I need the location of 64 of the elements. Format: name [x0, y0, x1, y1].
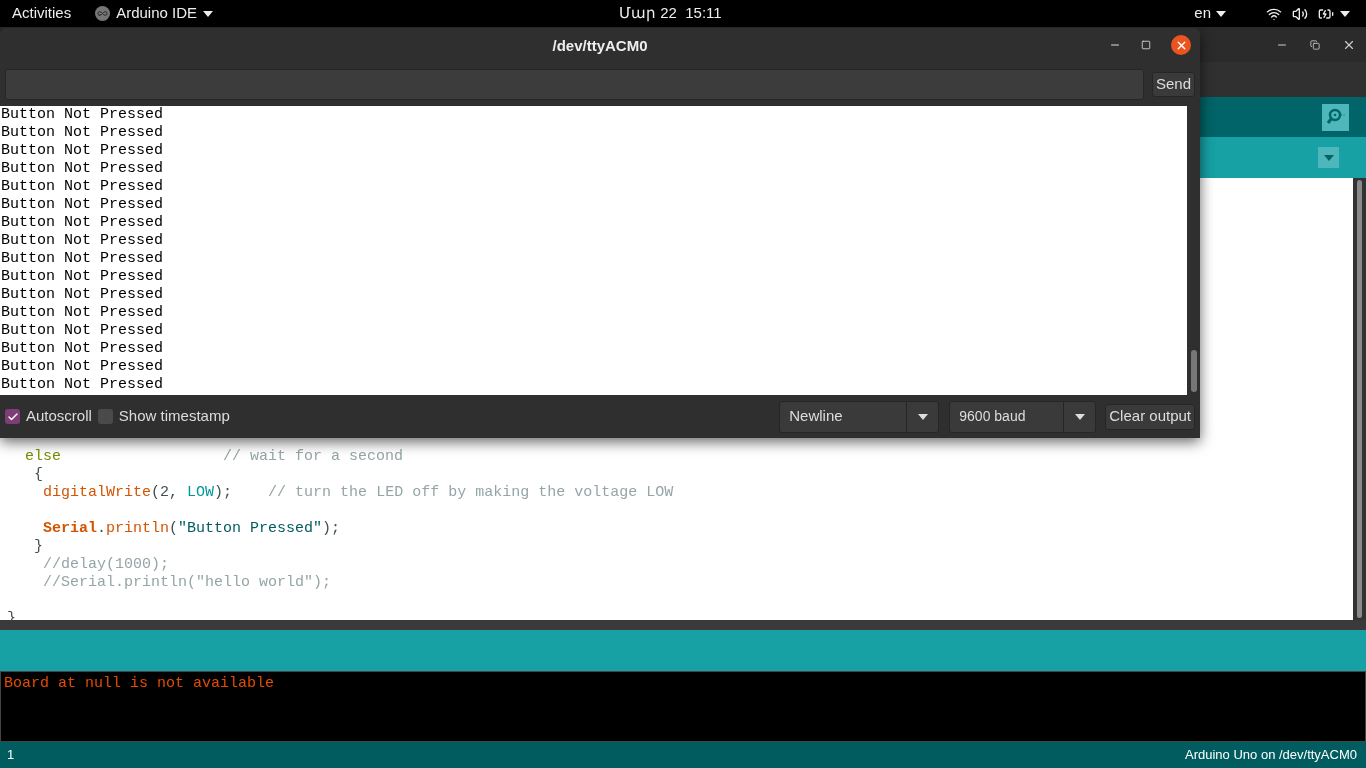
window-title: /dev/ttyACM0 — [552, 35, 648, 56]
code-class: Serial — [43, 520, 98, 537]
code-keyword: else — [25, 448, 62, 465]
line-ending-dropdown[interactable]: Newline — [779, 400, 940, 433]
code-comment: // wait for a second — [223, 448, 404, 465]
line-number: 1 — [7, 746, 15, 765]
checkbox[interactable] — [5, 409, 20, 424]
code-text: ); — [322, 520, 341, 537]
tab-menu-button[interactable] — [1318, 147, 1339, 168]
checkbox-label: Autoscroll — [26, 406, 92, 427]
caret-icon — [917, 413, 928, 420]
output-line: Button Not Pressed — [1, 304, 164, 322]
code-text: (2, — [151, 484, 180, 501]
output-line: Button Not Pressed — [1, 322, 164, 340]
code-text: . — [97, 520, 107, 537]
output-line: Button Not Pressed — [1, 340, 164, 358]
close-button[interactable] — [1171, 35, 1191, 55]
output-line: Button Not Pressed — [1, 124, 164, 142]
code-text: ( — [169, 520, 179, 537]
clock[interactable]: Մար 22 15:11 — [619, 2, 722, 25]
output-line: Button Not Pressed — [1, 106, 164, 124]
board-status: Arduino Uno on /dev/ttyACM0 — [1185, 746, 1357, 765]
output-line: Button Not Pressed — [1, 196, 164, 214]
code-string: "Button Pressed" — [178, 520, 323, 537]
code-comment: //delay(1000); — [43, 556, 170, 573]
caret-icon — [1216, 10, 1226, 17]
maximize-icon[interactable] — [1141, 40, 1151, 50]
app-menu[interactable]: Arduino IDE — [95, 2, 214, 25]
code-comment: // turn the LED off by making the voltage LOW — [268, 484, 674, 501]
output-line: Button Not Pressed — [1, 214, 164, 232]
code-text: { — [34, 466, 44, 483]
code-text: ); — [214, 484, 233, 501]
output-line: Button Not Pressed — [1, 376, 164, 394]
console-message: Board at null is not available — [4, 675, 275, 693]
language-menu[interactable]: en — [1194, 2, 1226, 25]
caret-icon — [1074, 413, 1085, 420]
code-text: } — [34, 538, 44, 555]
clear-output-button[interactable]: Clear output — [1105, 403, 1195, 430]
code-constant: LOW — [187, 484, 215, 501]
caret-icon — [203, 10, 214, 17]
checkbox[interactable] — [97, 409, 113, 424]
caret-icon — [1323, 154, 1334, 161]
output-line: Button Not Pressed — [1, 268, 164, 286]
activities-button[interactable]: Activities — [12, 2, 72, 25]
infinity-icon — [95, 6, 111, 21]
output-line: Button Not Pressed — [1, 286, 164, 304]
checkbox-label: Show timestamp — [118, 406, 230, 427]
output-line: Button Not Pressed — [1, 358, 164, 376]
output-line: Button Not Pressed — [1, 232, 164, 250]
serial-monitor-button[interactable] — [1322, 103, 1349, 131]
magnifier-icon — [1325, 108, 1346, 126]
send-button[interactable]: Send — [1151, 71, 1195, 97]
volume-icon — [1292, 5, 1308, 22]
editor-scrollbar[interactable] — [1353, 178, 1366, 620]
baud-rate-dropdown[interactable]: 9600 baud — [949, 400, 1097, 433]
output-line: Button Not Pressed — [1, 160, 164, 178]
code-function: println — [106, 520, 170, 537]
output-line: Button Not Pressed — [1, 250, 164, 268]
output-line: Button Not Pressed — [1, 142, 164, 160]
code-comment: //Serial.println("hello world"); — [43, 574, 332, 591]
system-menu-caret-icon — [1340, 10, 1350, 17]
output-line: Button Not Pressed — [1, 178, 164, 196]
code-function: digitalWrite — [43, 484, 152, 501]
restore-icon[interactable] — [1310, 39, 1320, 50]
